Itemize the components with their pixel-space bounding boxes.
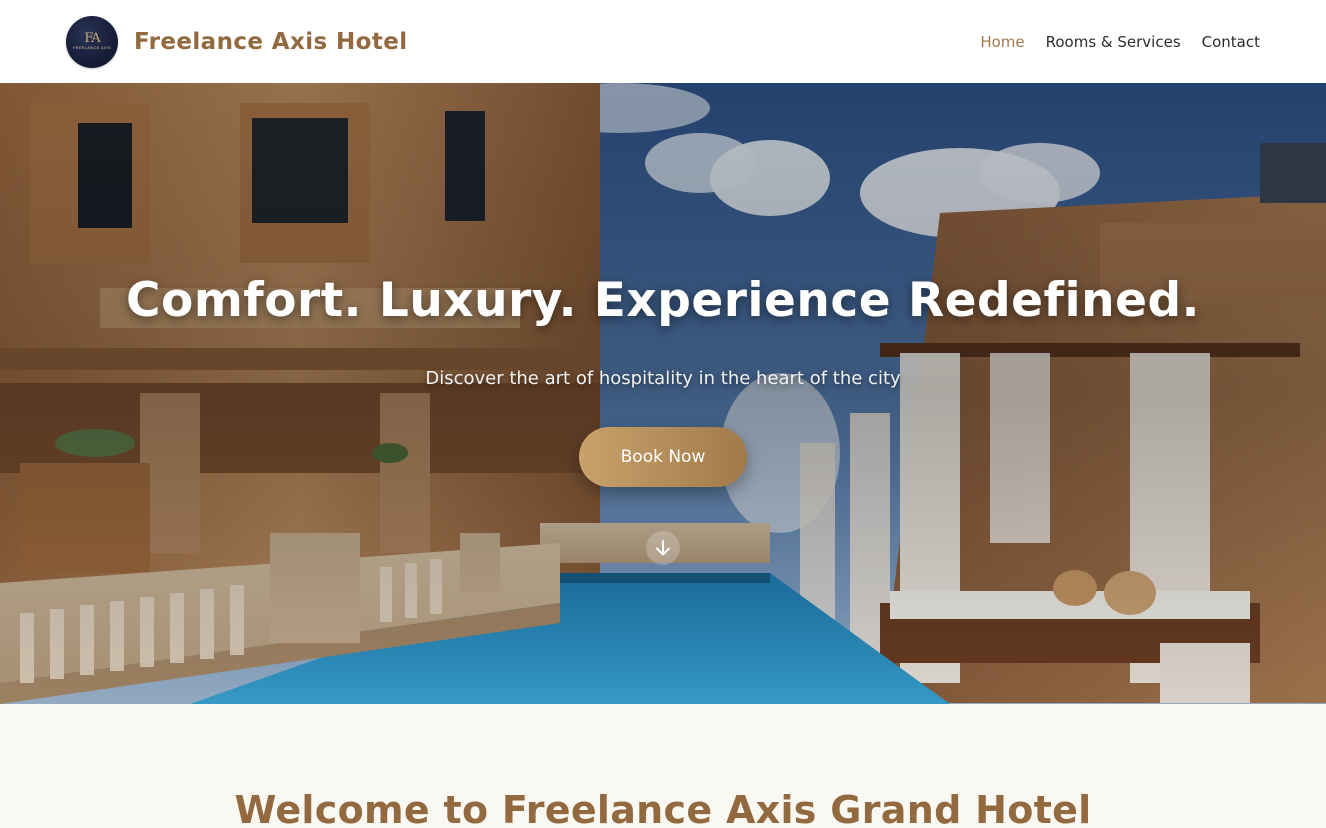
scroll-down-button[interactable] bbox=[646, 531, 680, 565]
nav-link-home[interactable]: Home bbox=[980, 33, 1024, 51]
hero-content: Comfort. Luxury. Experience Redefined. D… bbox=[0, 83, 1326, 704]
site-header: FA FREELANCE AXIS Freelance Axis Hotel H… bbox=[0, 0, 1326, 83]
hero-section: Comfort. Luxury. Experience Redefined. D… bbox=[0, 83, 1326, 704]
hotel-logo[interactable]: FA FREELANCE AXIS bbox=[66, 15, 118, 68]
welcome-title: Welcome to Freelance Axis Grand Hotel bbox=[234, 788, 1092, 828]
welcome-section: Welcome to Freelance Axis Grand Hotel bbox=[0, 704, 1326, 828]
book-now-button[interactable]: Book Now bbox=[579, 427, 747, 487]
hero-subtitle: Discover the art of hospitality in the h… bbox=[425, 368, 901, 389]
arrow-down-icon bbox=[656, 540, 670, 556]
main-nav: Home Rooms & Services Contact bbox=[980, 33, 1260, 51]
nav-link-rooms-services[interactable]: Rooms & Services bbox=[1046, 33, 1181, 51]
hero-title: Comfort. Luxury. Experience Redefined. bbox=[126, 273, 1200, 328]
nav-link-contact[interactable]: Contact bbox=[1202, 33, 1260, 51]
brand[interactable]: FA FREELANCE AXIS Freelance Axis Hotel bbox=[66, 15, 408, 68]
logo-mark: FA bbox=[84, 31, 100, 46]
logo-subtext: FREELANCE AXIS bbox=[72, 45, 112, 50]
brand-name[interactable]: Freelance Axis Hotel bbox=[134, 29, 408, 55]
